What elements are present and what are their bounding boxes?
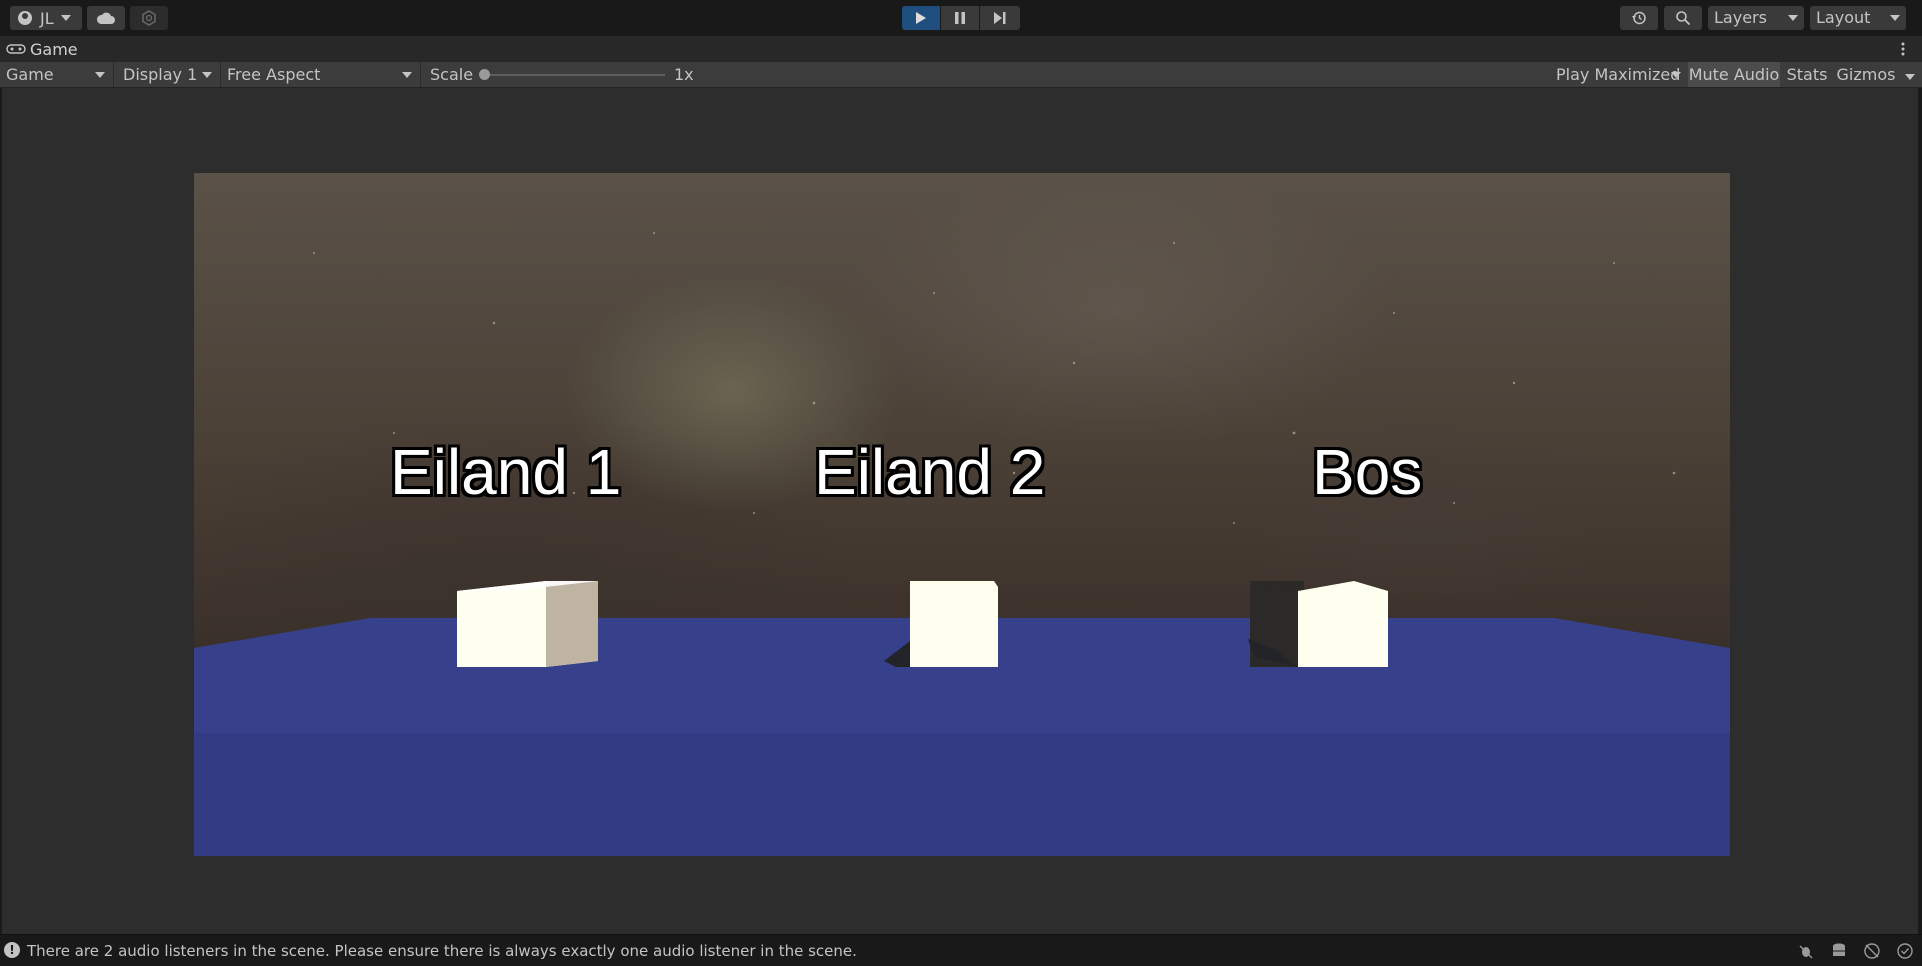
cloud-icon — [96, 12, 115, 24]
display-dropdown[interactable]: Display 1 — [117, 62, 221, 87]
tab-game[interactable]: Game — [6, 36, 78, 62]
history-icon — [1632, 11, 1646, 25]
scale-label: Scale — [430, 65, 474, 84]
status-bar: ! There are 2 audio listeners in the sce… — [0, 934, 1922, 966]
game-view-toolbar: Game Display 1 Free Aspect Scale 1x Play… — [0, 62, 1922, 88]
play-icon — [916, 12, 926, 24]
chevron-down-icon — [1788, 15, 1798, 21]
play-maximized-dropdown[interactable]: Play Maximized — [1550, 62, 1683, 87]
chevron-down-icon — [1671, 72, 1681, 78]
layers-dropdown[interactable]: Layers — [1708, 6, 1804, 30]
tab-title: Game — [30, 39, 78, 59]
collab-button[interactable] — [130, 6, 168, 30]
scale-slider-handle[interactable] — [479, 69, 490, 80]
step-button[interactable] — [980, 6, 1020, 30]
aspect-dropdown[interactable]: Free Aspect — [221, 62, 421, 87]
history-button[interactable] — [1620, 6, 1658, 30]
status-message[interactable]: There are 2 audio listeners in the scene… — [27, 942, 857, 960]
check-circle-icon[interactable] — [1896, 942, 1914, 960]
display-label: Display 1 — [123, 65, 198, 84]
chevron-down-icon — [202, 72, 212, 78]
kebab-menu-icon — [1901, 42, 1905, 56]
user-icon — [18, 11, 32, 25]
game-render[interactable]: Eiland 1 Eiland 2 Bos — [194, 173, 1730, 856]
island-label-2: Eiland 2 — [814, 436, 1046, 508]
scale-slider-track[interactable] — [483, 74, 665, 76]
collab-icon — [142, 10, 156, 26]
scale-value: 1x — [674, 65, 694, 84]
bug-icon[interactable] — [1797, 942, 1815, 960]
chevron-down-icon — [1905, 74, 1915, 80]
cloud-button[interactable] — [87, 6, 125, 30]
step-icon — [994, 12, 1006, 24]
play-button[interactable] — [902, 6, 940, 30]
stats-toggle[interactable]: Stats — [1783, 62, 1831, 87]
network-off-icon[interactable] — [1863, 942, 1881, 960]
layout-dropdown[interactable]: Layout — [1810, 6, 1906, 30]
main-toolbar: JL Layers Layout — [0, 0, 1922, 36]
gamepad-icon — [6, 44, 26, 54]
account-dropdown[interactable]: JL — [10, 6, 82, 30]
pause-icon — [955, 12, 965, 24]
cube-eiland-2[interactable] — [910, 581, 998, 667]
account-label: JL — [40, 8, 54, 28]
gizmos-toggle[interactable]: Gizmos — [1834, 62, 1898, 87]
chevron-down-icon — [1890, 15, 1900, 21]
view-mode-label: Game — [6, 65, 54, 84]
cache-server-icon[interactable] — [1830, 942, 1848, 960]
warning-icon: ! — [4, 942, 20, 958]
island-label-1: Eiland 1 — [390, 436, 622, 508]
search-button[interactable] — [1664, 6, 1702, 30]
chevron-down-icon — [95, 72, 105, 78]
pause-button[interactable] — [941, 6, 979, 30]
search-icon — [1676, 11, 1691, 26]
aspect-label: Free Aspect — [227, 65, 321, 84]
mute-audio-toggle[interactable]: Mute Audio — [1688, 62, 1780, 87]
layers-label: Layers — [1714, 8, 1767, 27]
starfield — [194, 232, 1730, 856]
tab-bar: Game — [0, 36, 1922, 62]
play-maximized-label: Play Maximized — [1556, 65, 1681, 84]
view-mode-dropdown[interactable]: Game — [0, 62, 114, 87]
chevron-down-icon — [402, 72, 412, 78]
tab-menu-button[interactable] — [1896, 40, 1910, 58]
gizmos-dropdown[interactable] — [1900, 62, 1920, 87]
layout-label: Layout — [1816, 8, 1871, 27]
chevron-down-icon — [60, 15, 71, 21]
island-label-bos: Bos — [1312, 436, 1423, 508]
